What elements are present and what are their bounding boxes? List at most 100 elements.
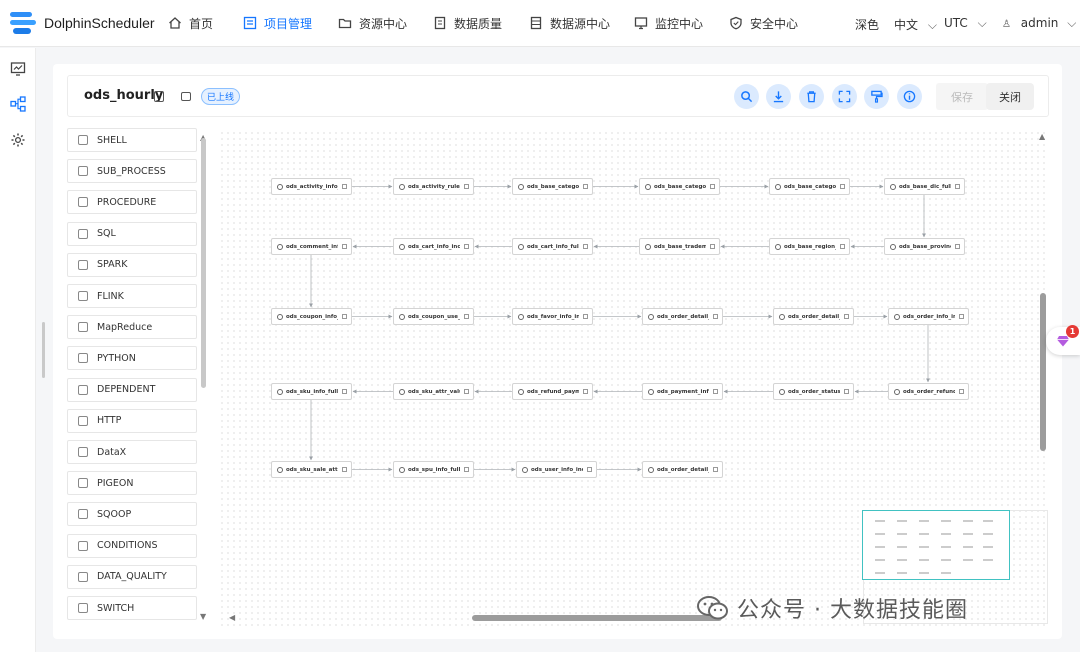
dag-node[interactable]: ods_refund_paymen (512, 383, 593, 400)
palette-item-shell[interactable]: SHELL (67, 128, 197, 152)
dag-node[interactable]: ods_sku_sale_attr_... (271, 461, 352, 478)
workflow-relation-icon[interactable] (10, 96, 26, 112)
dag-node[interactable]: ods_payment_info_i (642, 383, 723, 400)
copy-name-icon[interactable] (154, 91, 164, 102)
palette-item-mapreduce[interactable]: MapReduce (67, 315, 197, 340)
palette-item-flink[interactable]: FLINK (67, 284, 197, 308)
palette-item-http[interactable]: HTTP (67, 408, 197, 433)
dag-node[interactable]: ods_cart_info_full (512, 238, 593, 255)
palette-item-dependent[interactable]: DEPENDENT (67, 377, 197, 402)
format-button[interactable] (864, 84, 889, 109)
app-logo[interactable]: DolphinScheduler (8, 9, 155, 37)
palette-item-sql[interactable]: SQL (67, 221, 197, 246)
copy-icon[interactable] (583, 389, 588, 394)
dag-node[interactable]: ods_activity_rule_... (393, 178, 474, 195)
image-icon[interactable] (181, 92, 191, 101)
dag-node[interactable]: ods_user_info_inc (516, 461, 597, 478)
scroll-up-icon[interactable]: ▲ (1039, 132, 1045, 141)
theme-toggle[interactable]: 深色 (855, 16, 879, 33)
dag-node[interactable]: ods_order_detail_c... (773, 308, 854, 325)
dag-node[interactable]: ods_coupon_use_inc (393, 308, 474, 325)
copy-icon[interactable] (710, 184, 715, 189)
nav-resource[interactable]: 资源中心 (338, 14, 407, 32)
palette-scroll-down-icon[interactable]: ▼ (200, 612, 206, 621)
dag-node[interactable]: ods_sku_info_full (271, 383, 352, 400)
nav-datasource[interactable]: 数据源中心 (529, 14, 610, 32)
canvas-horizontal-scrollbar[interactable] (472, 615, 722, 621)
copy-icon[interactable] (464, 244, 469, 249)
copy-icon[interactable] (342, 467, 347, 472)
minimap[interactable] (862, 510, 1010, 580)
canvas-vertical-scrollbar[interactable] (1040, 293, 1046, 451)
copy-icon[interactable] (342, 314, 347, 319)
copy-icon[interactable] (583, 244, 588, 249)
palette-item-procedure[interactable]: PROCEDURE (67, 190, 197, 215)
dag-node[interactable]: ods_base_category2 (639, 178, 720, 195)
nav-quality[interactable]: 数据质量 (433, 14, 502, 32)
dag-node[interactable]: ods_order_detail_a... (642, 308, 723, 325)
dag-node[interactable]: ods_order_detail_i... (642, 461, 723, 478)
palette-item-datax[interactable]: DataX (67, 440, 197, 464)
copy-icon[interactable] (342, 244, 347, 249)
dag-node[interactable]: ods_sku_attr_value... (393, 383, 474, 400)
copy-icon[interactable] (959, 314, 964, 319)
palette-scrollbar[interactable] (201, 138, 206, 388)
nav-security[interactable]: 安全中心 (729, 14, 798, 32)
copy-icon[interactable] (464, 389, 469, 394)
copy-icon[interactable] (840, 184, 845, 189)
copy-icon[interactable] (844, 314, 849, 319)
palette-item-sqoop[interactable]: SQOOP (67, 502, 197, 527)
copy-icon[interactable] (342, 389, 347, 394)
dag-node[interactable]: ods_activity_info_... (271, 178, 352, 195)
settings-gear-icon[interactable] (10, 132, 26, 148)
copy-icon[interactable] (713, 467, 718, 472)
palette-item-conditions[interactable]: CONDITIONS (67, 533, 197, 558)
copy-icon[interactable] (840, 244, 845, 249)
dag-node[interactable]: ods_order_info_inc (888, 308, 969, 325)
copy-icon[interactable] (955, 244, 960, 249)
delete-button[interactable] (799, 84, 824, 109)
copy-icon[interactable] (587, 467, 592, 472)
copy-icon[interactable] (713, 389, 718, 394)
dag-node[interactable]: ods_base_dic_full (884, 178, 965, 195)
dag-node[interactable]: ods_cart_info_inc (393, 238, 474, 255)
copy-icon[interactable] (959, 389, 964, 394)
copy-icon[interactable] (464, 184, 469, 189)
nav-project[interactable]: 项目管理 (243, 14, 312, 32)
copy-icon[interactable] (583, 184, 588, 189)
user-menu[interactable]: ♙ admin ⌵ (1002, 16, 1076, 31)
save-button[interactable]: 保存 (936, 83, 988, 110)
search-button[interactable] (734, 84, 759, 109)
dag-node[interactable]: ods_favor_info_inc (512, 308, 593, 325)
close-button[interactable]: 关闭 (986, 83, 1034, 110)
palette-item-sub-process[interactable]: SUB_PROCESS (67, 159, 197, 184)
copy-icon[interactable] (342, 184, 347, 189)
timezone-select[interactable]: UTC ⌵ (944, 16, 987, 31)
workflow-monitor-icon[interactable] (10, 61, 26, 77)
dag-node[interactable]: ods_base_category3 (769, 178, 850, 195)
palette-item-data-quality[interactable]: DATA_QUALITY (67, 564, 197, 589)
palette-item-pigeon[interactable]: PIGEON (67, 471, 197, 496)
dag-node[interactable]: ods_comment_info_f (271, 238, 352, 255)
dag-node[interactable]: ods_order_status_l... (773, 383, 854, 400)
copy-icon[interactable] (713, 314, 718, 319)
panel-resize-handle[interactable] (42, 322, 45, 378)
dag-node[interactable]: ods_base_trademar (639, 238, 720, 255)
dag-node[interactable]: ods_base_region_fu (769, 238, 850, 255)
copy-icon[interactable] (710, 244, 715, 249)
dag-node[interactable]: ods_base_province_ (884, 238, 965, 255)
nav-monitor[interactable]: 监控中心 (634, 14, 703, 32)
scroll-left-icon[interactable]: ◀ (229, 613, 235, 622)
dag-node[interactable]: ods_base_category1 (512, 178, 593, 195)
copy-icon[interactable] (583, 314, 588, 319)
dag-node[interactable]: ods_spu_info_full (393, 461, 474, 478)
copy-icon[interactable] (844, 389, 849, 394)
dag-node[interactable]: ods_coupon_info_fu (271, 308, 352, 325)
copy-icon[interactable] (464, 314, 469, 319)
copy-icon[interactable] (955, 184, 960, 189)
palette-item-python[interactable]: PYTHON (67, 346, 197, 371)
palette-item-switch[interactable]: SWITCH (67, 596, 197, 620)
copy-icon[interactable] (464, 467, 469, 472)
download-button[interactable] (766, 84, 791, 109)
dag-node[interactable]: ods_order_refund_i (888, 383, 969, 400)
